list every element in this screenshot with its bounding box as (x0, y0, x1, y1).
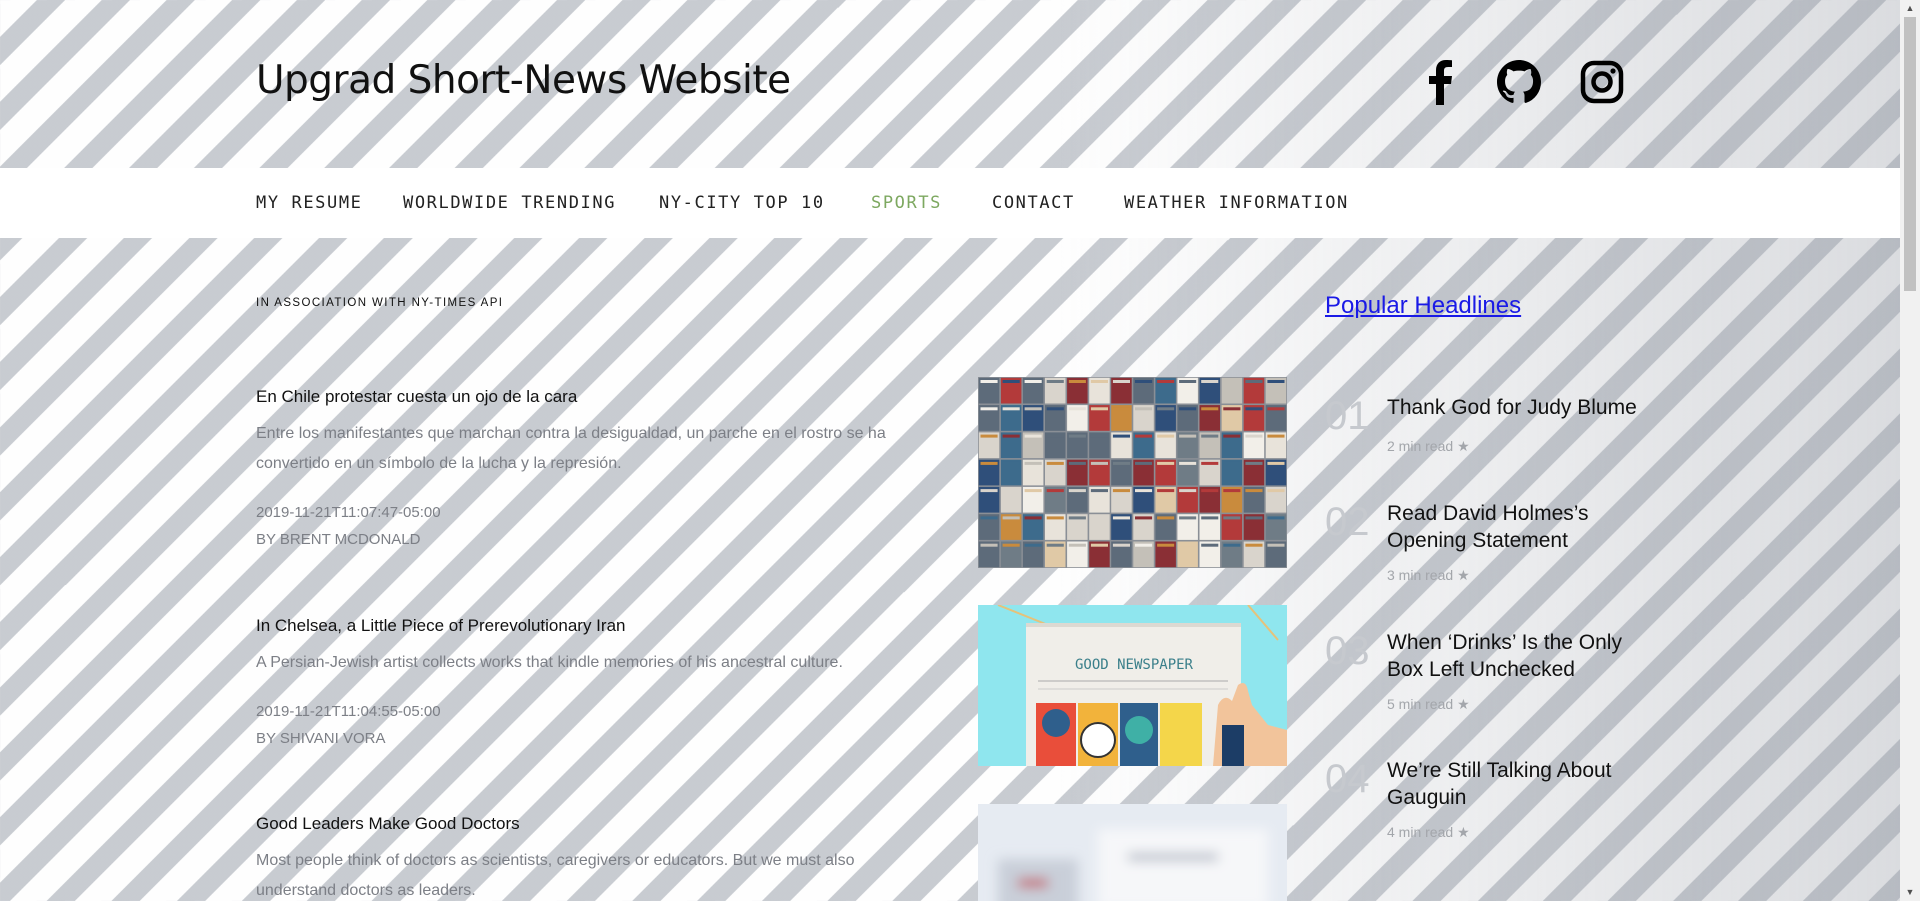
headline-title[interactable]: We’re Still Talking About Gauguin (1387, 757, 1662, 811)
good-newspaper-illustration[interactable]: GOOD NEWSPAPER (978, 605, 1287, 766)
headline-title[interactable]: Read David Holmes’s Opening Statement (1387, 500, 1662, 554)
vertical-scrollbar[interactable]: ▲ ▼ (1900, 0, 1920, 901)
facebook-icon[interactable] (1420, 56, 1460, 108)
nav-item-worldwide-trending[interactable]: WORLDWIDE TRENDING (403, 168, 616, 238)
article-item: In Chelsea, a Little Piece of Prerevolut… (256, 614, 936, 752)
scroll-down-arrow-icon[interactable]: ▼ (1900, 884, 1920, 901)
main-nav: MY RESUME WORLDWIDE TRENDING NY-CITY TOP… (0, 168, 1900, 238)
read-time: 4 min read (1387, 824, 1454, 840)
headline-number: 04 (1325, 757, 1370, 801)
headline-number: 03 (1325, 629, 1370, 673)
read-time: 3 min read (1387, 567, 1454, 583)
star-icon[interactable]: ★ (1457, 696, 1470, 712)
association-label: IN ASSOCIATION WITH NY-TIMES API (256, 297, 504, 309)
article-title[interactable]: In Chelsea, a Little Piece of Prerevolut… (256, 614, 936, 638)
thumbnail-text: GOOD NEWSPAPER (1075, 657, 1194, 673)
article-byline: BY BRENT MCDONALD (256, 531, 421, 548)
nav-item-contact[interactable]: CONTACT (992, 168, 1075, 238)
star-icon[interactable]: ★ (1457, 567, 1470, 583)
newspaper-rack-image[interactable] (978, 377, 1287, 568)
headline-number: 02 (1325, 500, 1370, 544)
instagram-icon[interactable] (1578, 56, 1626, 108)
blurred-papers-image[interactable] (978, 804, 1287, 901)
article-abstract: Entre los manifestantes que marchan cont… (256, 425, 886, 472)
article-abstract: Most people think of doctors as scientis… (256, 852, 855, 899)
article-date: 2019-11-21T11:04:55-05:00 (256, 703, 441, 720)
nav-item-ny-city-top-10[interactable]: NY-CITY TOP 10 (659, 168, 825, 238)
headline-meta: 5 min read ★ (1387, 696, 1470, 713)
headline-meta: 2 min read ★ (1387, 438, 1470, 455)
article-date: 2019-11-21T11:07:47-05:00 (256, 504, 441, 521)
scrollbar-thumb[interactable] (1904, 17, 1916, 291)
article-title[interactable]: Good Leaders Make Good Doctors (256, 812, 936, 836)
star-icon[interactable]: ★ (1457, 438, 1470, 454)
headline-title[interactable]: Thank God for Judy Blume (1387, 394, 1662, 421)
read-time: 5 min read (1387, 696, 1454, 712)
article-item: Good Leaders Make Good Doctors Most peop… (256, 812, 936, 901)
nav-item-sports[interactable]: SPORTS (871, 168, 942, 238)
headline-meta: 4 min read ★ (1387, 824, 1470, 841)
scroll-up-arrow-icon[interactable]: ▲ (1900, 0, 1920, 17)
headline-meta: 3 min read ★ (1387, 567, 1470, 584)
headline-number: 01 (1325, 394, 1370, 438)
read-time: 2 min read (1387, 438, 1454, 454)
article-item: En Chile protestar cuesta un ojo de la c… (256, 385, 936, 553)
article-byline: BY SHIVANI VORA (256, 730, 386, 747)
github-icon[interactable] (1495, 56, 1543, 108)
article-abstract: A Persian-Jewish artist collects works t… (256, 654, 843, 671)
star-icon[interactable]: ★ (1457, 824, 1470, 840)
article-title[interactable]: En Chile protestar cuesta un ojo de la c… (256, 385, 936, 409)
headline-title[interactable]: When ‘Drinks’ Is the Only Box Left Unche… (1387, 629, 1662, 683)
site-title: Upgrad Short-News Website (256, 58, 791, 103)
nav-item-weather-information[interactable]: WEATHER INFORMATION (1124, 168, 1349, 238)
popular-headlines-link[interactable]: Popular Headlines (1325, 292, 1521, 320)
nav-item-my-resume[interactable]: MY RESUME (256, 168, 363, 238)
page: Upgrad Short-News Website MY RESUME WORL… (0, 0, 1900, 901)
